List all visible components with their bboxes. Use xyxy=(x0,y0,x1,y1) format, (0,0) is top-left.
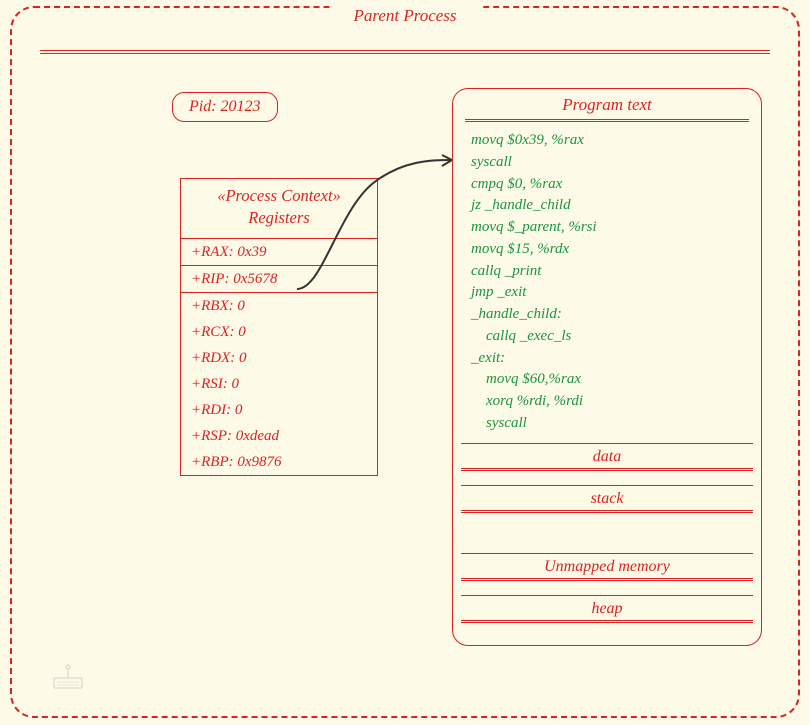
title-underline xyxy=(40,50,770,54)
program-text-code: movq $0x39, %rax syscall cmpq $0, %rax j… xyxy=(453,128,761,443)
mem-section-underline xyxy=(461,468,753,471)
memory-box: Program text movq $0x39, %rax syscall cm… xyxy=(452,88,762,646)
watermark-icon xyxy=(50,664,86,692)
register-row-rsp: +RSP: 0xdead xyxy=(181,423,377,449)
pid-badge: Pid: 20123 xyxy=(172,92,278,122)
program-text-label: Program text xyxy=(453,89,761,117)
register-row-rdx: +RDX: 0 xyxy=(181,345,377,371)
mem-section-heap: heap xyxy=(453,596,761,620)
mem-section-data: data xyxy=(453,444,761,468)
context-stereotype: «Process Context» xyxy=(191,185,367,207)
program-text-underline xyxy=(465,119,749,122)
register-list: +RAX: 0x39+RIP: 0x5678+RBX: 0+RCX: 0+RDX… xyxy=(181,239,377,475)
register-row-rbx: +RBX: 0 xyxy=(181,293,377,319)
register-row-rbp: +RBP: 0x9876 xyxy=(181,449,377,475)
register-row-rip: +RIP: 0x5678 xyxy=(181,266,377,293)
mem-section-gap xyxy=(453,527,761,553)
frame-title: Parent Process xyxy=(329,6,480,28)
register-row-rdi: +RDI: 0 xyxy=(181,397,377,423)
mem-section-underline xyxy=(461,510,753,513)
context-title: Registers xyxy=(191,207,367,229)
mem-section-unmapped-memory: Unmapped memory xyxy=(453,554,761,578)
memory-sections: data stack Unmapped memory heap xyxy=(453,443,761,623)
mem-section-underline xyxy=(461,578,753,581)
context-header: «Process Context» Registers xyxy=(181,179,377,239)
mem-section-underline xyxy=(461,620,753,623)
register-row-rcx: +RCX: 0 xyxy=(181,319,377,345)
parent-process-frame: Parent Process Pid: 20123 «Process Conte… xyxy=(10,6,800,718)
register-row-rax: +RAX: 0x39 xyxy=(181,239,377,266)
register-row-rsi: +RSI: 0 xyxy=(181,371,377,397)
process-context-box: «Process Context» Registers +RAX: 0x39+R… xyxy=(180,178,378,476)
mem-section-stack: stack xyxy=(453,486,761,510)
